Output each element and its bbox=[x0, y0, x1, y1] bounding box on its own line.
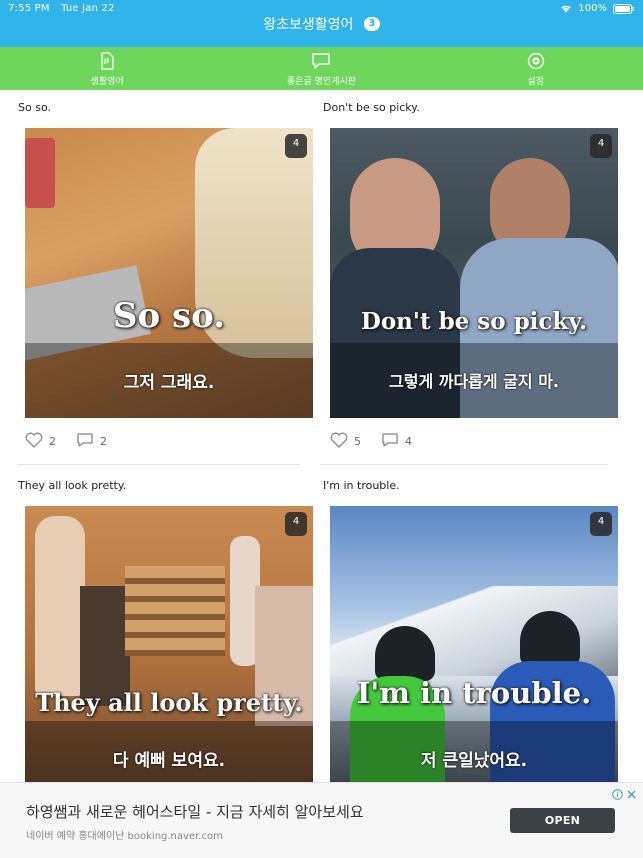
info-icon[interactable] bbox=[612, 785, 623, 804]
tab-bar: 생활영어 좋은글 명언게시판 설정 bbox=[0, 47, 643, 90]
comment-icon[interactable] bbox=[76, 432, 94, 451]
comment-icon[interactable] bbox=[381, 432, 399, 451]
tab-label: 생활영어 bbox=[90, 77, 124, 87]
card-feed[interactable]: So so. So so. 그저 그래요. 4 2 2 Don't be so … bbox=[0, 90, 643, 782]
document-icon bbox=[100, 52, 114, 70]
card-actions: 2 2 bbox=[25, 430, 127, 452]
image-korean-text: 그저 그래요. bbox=[123, 373, 215, 393]
app-header: 7:55 PM Tue Jan 22 100% 왕초보생활영어 3 bbox=[0, 0, 643, 47]
lesson-image[interactable]: I'm in trouble. 저 큰일났어요. 4 bbox=[330, 506, 618, 782]
notification-badge[interactable]: 3 bbox=[363, 17, 380, 31]
card-caption: They all look pretty. bbox=[18, 479, 127, 492]
lesson-card[interactable]: I'm in trouble. I'm in trouble. 저 큰일났어요.… bbox=[320, 468, 626, 782]
lesson-image[interactable]: They all look pretty. 다 예뻐 보여요. 4 bbox=[25, 506, 313, 782]
card-caption: So so. bbox=[18, 101, 51, 114]
image-count-badge: 4 bbox=[590, 134, 612, 158]
ad-banner[interactable]: 하영쌤과 새로운 헤어스타일 - 지금 자세히 알아보세요 네이버 예약 홍대에… bbox=[0, 782, 643, 858]
lesson-card[interactable]: Don't be so picky. Don't be so picky. 그렇… bbox=[320, 90, 626, 468]
lesson-image[interactable]: So so. 그저 그래요. 4 bbox=[25, 128, 313, 418]
card-caption: Don't be so picky. bbox=[323, 101, 420, 114]
card-divider bbox=[18, 464, 300, 465]
heart-icon[interactable] bbox=[330, 432, 348, 451]
wifi-icon bbox=[560, 4, 572, 13]
lesson-image[interactable]: Don't be so picky. 그렇게 까다롭게 굴지 마. 4 bbox=[330, 128, 618, 418]
card-caption: I'm in trouble. bbox=[323, 479, 400, 492]
heart-icon[interactable] bbox=[25, 432, 43, 451]
lesson-card[interactable]: They all look pretty. They all look pret… bbox=[0, 468, 313, 782]
status-time: 7:55 PM bbox=[8, 3, 50, 14]
battery-percent: 100% bbox=[578, 3, 607, 14]
card-actions: 5 4 bbox=[330, 430, 432, 452]
status-date: Tue Jan 22 bbox=[61, 3, 115, 14]
comment-count: 2 bbox=[100, 434, 107, 448]
image-english-text: They all look pretty. bbox=[35, 688, 303, 717]
ad-headline[interactable]: 하영쌤과 새로운 헤어스타일 - 지금 자세히 알아보세요 bbox=[26, 801, 364, 822]
title-row: 왕초보생활영어 3 bbox=[0, 14, 643, 36]
image-korean-text: 다 예뻐 보여요. bbox=[112, 751, 226, 771]
ad-choices[interactable] bbox=[612, 785, 637, 804]
tab-settings[interactable]: 설정 bbox=[429, 47, 643, 90]
tab-label: 설정 bbox=[527, 77, 545, 87]
lesson-card[interactable]: So so. So so. 그저 그래요. 4 2 2 bbox=[0, 90, 313, 468]
image-korean-text: 그렇게 까다롭게 굴지 마. bbox=[389, 372, 559, 391]
image-english-text: Don't be so picky. bbox=[360, 308, 588, 335]
like-count: 2 bbox=[49, 434, 56, 448]
image-count-badge: 4 bbox=[285, 512, 307, 536]
tab-label: 좋은글 명언게시판 bbox=[286, 77, 357, 87]
ad-subtitle: 네이버 예약 홍대에이난 booking.naver.com bbox=[26, 831, 223, 842]
page-title: 왕초보생활영어 bbox=[263, 17, 354, 33]
battery-icon bbox=[613, 3, 635, 14]
tab-daily-english[interactable]: 생활영어 bbox=[0, 47, 214, 90]
image-korean-text: 저 큰일났어요. bbox=[420, 751, 528, 771]
card-divider bbox=[320, 464, 608, 465]
tab-quotes-board[interactable]: 좋은글 명언게시판 bbox=[214, 47, 428, 90]
image-count-badge: 4 bbox=[285, 134, 307, 158]
image-english-text: So so. bbox=[112, 296, 226, 336]
chat-bubble-icon bbox=[311, 52, 331, 70]
image-english-text: I'm in trouble. bbox=[356, 676, 592, 710]
like-count: 5 bbox=[354, 434, 361, 448]
ad-open-button[interactable]: OPEN bbox=[510, 808, 615, 833]
comment-count: 4 bbox=[405, 434, 412, 448]
close-icon[interactable] bbox=[626, 785, 637, 804]
image-count-badge: 4 bbox=[590, 512, 612, 536]
gear-icon bbox=[527, 52, 545, 70]
